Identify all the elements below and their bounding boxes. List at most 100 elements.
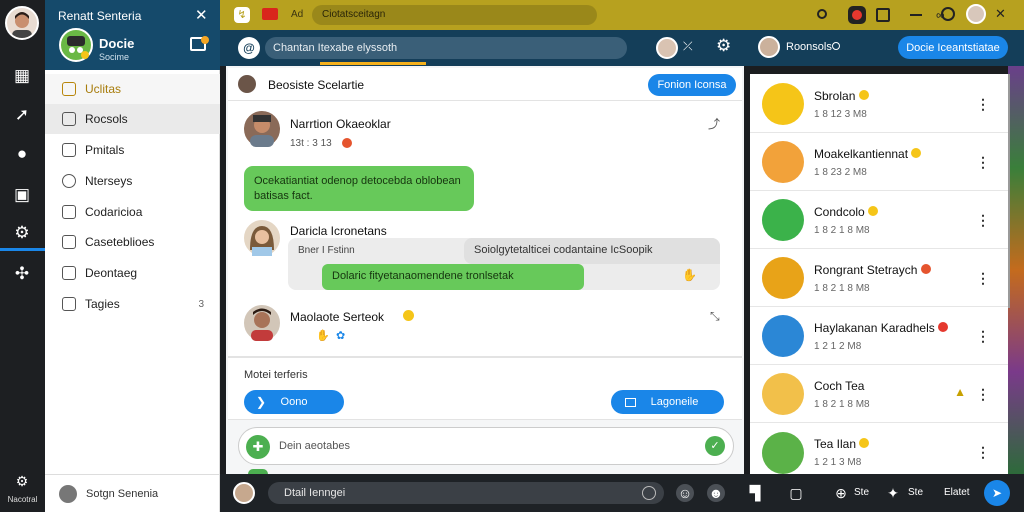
home-icon bbox=[62, 82, 76, 96]
contacts-header-bar: Roonsols Docie Iceantstiatae bbox=[750, 30, 1024, 66]
split-icon[interactable]: ⤫ bbox=[683, 39, 693, 54]
close-icon[interactable]: ✕ bbox=[195, 6, 208, 24]
more-icon[interactable]: ⋮ bbox=[976, 96, 990, 113]
nav-item-codaricioa[interactable]: Codaricioa bbox=[45, 197, 220, 227]
compose-box[interactable]: ✚ Dein aeotabes ✓ bbox=[238, 427, 734, 465]
pin-icon[interactable]: ✦ bbox=[884, 484, 902, 502]
nav-item-caseteblioes[interactable]: Caseteblioes bbox=[45, 227, 220, 257]
second-sender-avatar[interactable] bbox=[242, 218, 282, 258]
section-label: Motei terferis bbox=[244, 369, 308, 381]
contact-item[interactable]: Rongrant Stetraych 1 8 2 1 8 M8 ⋮ bbox=[750, 250, 1008, 307]
third-sender-avatar[interactable] bbox=[242, 303, 282, 343]
more-icon[interactable]: ⋮ bbox=[976, 270, 990, 287]
contact-item[interactable]: Tea Ilan 1 2 1 3 M8 ⋮ bbox=[750, 424, 1008, 481]
grid-icon bbox=[62, 205, 76, 219]
minimize-icon[interactable] bbox=[910, 14, 922, 16]
emoji-icon bbox=[920, 263, 931, 274]
chat-icon[interactable] bbox=[941, 7, 955, 21]
contact-item[interactable]: Haylakanan Karadhels 1 2 1 2 M8 ⋮ bbox=[750, 308, 1008, 365]
chat-avatar[interactable] bbox=[656, 37, 678, 59]
reply-icon[interactable]: ⤴ bbox=[708, 115, 720, 132]
secondary-action-button[interactable]: Lagoneile bbox=[611, 390, 724, 414]
contact-item[interactable]: Sbrolan 1 8 12 3 M8 ⋮ bbox=[750, 76, 1008, 133]
sender-avatar-face bbox=[250, 115, 274, 147]
compose-placeholder: Dein aeotabes bbox=[279, 440, 350, 452]
footer-avatar bbox=[59, 484, 77, 503]
record-icon[interactable] bbox=[848, 6, 866, 24]
nav-item-rocsols[interactable]: Rocsols bbox=[45, 104, 220, 134]
third-sender-name: Maolaote Serteok bbox=[290, 310, 385, 324]
contact-status: 1 8 2 1 8 M8 bbox=[814, 224, 870, 236]
attach-icon[interactable]: ✚ bbox=[246, 435, 270, 459]
record-dot bbox=[852, 10, 862, 20]
thread-title: Beosiste Scelartie bbox=[268, 78, 365, 92]
contact-item[interactable]: Condcolo 1 8 2 1 8 M8 ⋮ bbox=[750, 192, 1008, 249]
window-icon[interactable] bbox=[876, 8, 890, 22]
user-avatar[interactable] bbox=[5, 6, 39, 40]
contact-status: 1 8 2 1 8 M8 bbox=[814, 398, 870, 410]
nav-item-tagies[interactable]: Tagies 3 bbox=[45, 289, 220, 319]
nav-item-deontaeg[interactable]: Deontaeg bbox=[45, 258, 220, 288]
image-icon bbox=[625, 397, 636, 407]
chat-search-input[interactable]: Chantan Itexabe elyssoth bbox=[265, 37, 627, 59]
frame-icon[interactable]: ▢ bbox=[787, 484, 805, 502]
bottom-input[interactable]: Dtail Ienngei bbox=[268, 482, 664, 504]
nav-label: Caseteblioes bbox=[85, 235, 155, 249]
app-icon[interactable]: ↯ bbox=[234, 7, 250, 23]
sidebar-footer[interactable]: Sotgn Senenia bbox=[45, 474, 220, 512]
contact-item[interactable]: Moakelkantiennat 1 8 23 2 M8 ⋮ bbox=[750, 134, 1008, 191]
calendar-icon[interactable]: ▣ bbox=[8, 181, 36, 209]
profile-avatar[interactable] bbox=[966, 4, 986, 24]
tag-icon bbox=[62, 112, 76, 126]
settings-icon[interactable]: ⚙ bbox=[8, 219, 36, 247]
action-three-label[interactable]: Elatet bbox=[944, 487, 970, 498]
more-icon[interactable]: ⋮ bbox=[976, 444, 990, 461]
sender-avatar[interactable] bbox=[242, 109, 282, 149]
nav-label: Pmitals bbox=[85, 143, 125, 157]
bell-icon[interactable]: ▲ bbox=[954, 385, 966, 399]
navigate-icon[interactable]: ➤ bbox=[984, 480, 1010, 506]
emoji-icon[interactable]: ☺ bbox=[676, 484, 694, 502]
more-icon[interactable]: ⋮ bbox=[976, 212, 990, 229]
clock-icon[interactable] bbox=[642, 486, 656, 500]
nav-item-uclitas[interactable]: Uclitas bbox=[45, 74, 220, 104]
thread-header: Beosiste Scelartie Fonion Iconsa bbox=[228, 68, 742, 101]
header-action-button[interactable]: Docie Iceantstiatae bbox=[898, 36, 1008, 59]
brand-subtitle: Socime bbox=[99, 52, 130, 62]
action-section: Motei terferis ❯ Oono Lagoneile bbox=[228, 358, 742, 420]
quote-left-text: Bner I Fstinn bbox=[298, 245, 355, 256]
top-search-input[interactable]: Ciotatsceitagn bbox=[312, 5, 597, 25]
apps-icon[interactable]: ✣ bbox=[8, 260, 36, 288]
bottom-avatar[interactable] bbox=[233, 482, 255, 504]
compass-icon[interactable]: @ bbox=[238, 37, 260, 59]
gear-icon[interactable]: ⚙ bbox=[8, 467, 36, 495]
flag-icon[interactable] bbox=[262, 8, 278, 20]
share-icon[interactable]: ⊕ bbox=[832, 484, 850, 502]
contact-name: Roonsols bbox=[786, 41, 832, 53]
brand-logo bbox=[59, 28, 93, 62]
action-two-label[interactable]: Ste bbox=[908, 487, 923, 498]
close-window-icon[interactable]: ✕ bbox=[995, 6, 1006, 22]
nav-label: Nterseys bbox=[85, 174, 133, 188]
settings-gear-icon[interactable]: ⚙ bbox=[716, 36, 731, 56]
thread-action-button[interactable]: Fonion Iconsa bbox=[648, 74, 736, 96]
more-icon[interactable]: ⋮ bbox=[976, 386, 990, 403]
location-icon[interactable]: ● bbox=[8, 140, 36, 168]
contact-avatar bbox=[762, 431, 804, 474]
nav-item-nterseys[interactable]: Nterseys bbox=[45, 166, 220, 196]
action-one-label[interactable]: Ste bbox=[854, 487, 869, 498]
send-icon[interactable]: ➚ bbox=[8, 101, 36, 129]
nav-item-pmitals[interactable]: Pmitals bbox=[45, 135, 220, 165]
primary-action-button[interactable]: ❯ Oono bbox=[244, 390, 344, 414]
alarm-icon[interactable] bbox=[817, 9, 827, 19]
board-icon[interactable]: ▜ bbox=[746, 484, 764, 502]
contact-avatar[interactable] bbox=[758, 36, 780, 58]
sticker-icon[interactable]: ☻ bbox=[707, 484, 725, 502]
contact-item[interactable]: Coch Tea 1 8 2 1 8 M8 ▲ ⋮ bbox=[750, 366, 1008, 423]
more-icon[interactable]: ⋮ bbox=[976, 154, 990, 171]
reaction-icon[interactable]: ✿ bbox=[336, 329, 345, 342]
send-check-icon[interactable]: ✓ bbox=[705, 436, 725, 456]
dashboard-icon[interactable]: ▦ bbox=[8, 62, 36, 90]
more-icon[interactable]: ⋮ bbox=[976, 328, 990, 345]
expand-icon[interactable]: ⤡ bbox=[710, 309, 720, 324]
